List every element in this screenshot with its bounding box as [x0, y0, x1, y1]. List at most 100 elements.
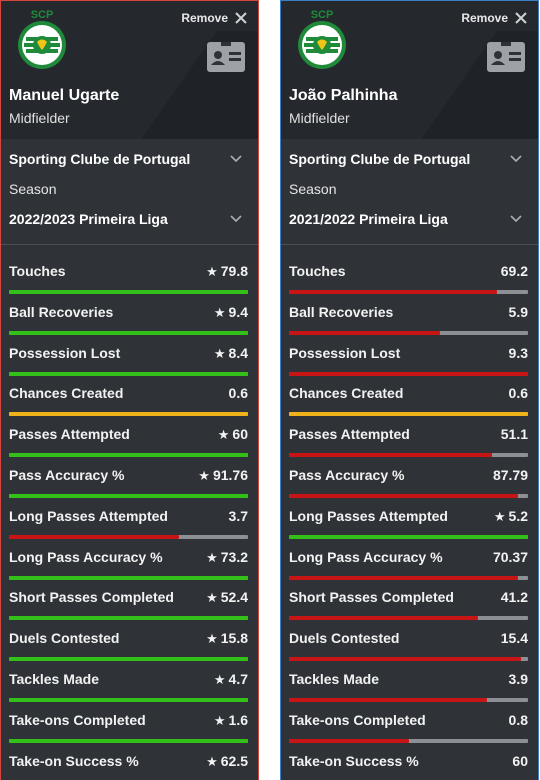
stat-row: Touches ★ 79.8: [9, 253, 248, 294]
stat-value: ★ 79.8: [206, 263, 248, 280]
club-select[interactable]: Sporting Clube de Portugal: [289, 151, 522, 167]
stat-value: ★ 8.4: [214, 345, 248, 362]
selectors: Sporting Clube de Portugal Season 2022/2…: [1, 139, 258, 245]
stat-number: 8.4: [228, 344, 248, 361]
stat-row: Chances Created 0.6: [9, 375, 248, 417]
stat-row: Passes Attempted ★ 60: [9, 416, 248, 458]
stat-value: ★ 9.4: [214, 304, 248, 321]
stat-value: 0.6: [509, 385, 528, 401]
stat-row: Duels Contested 15.4: [289, 620, 528, 662]
season-label: Season: [9, 181, 57, 197]
stat-row: Duels Contested ★ 15.8: [9, 620, 248, 662]
star-icon: ★: [198, 468, 210, 483]
stat-label: Take-on Success %: [289, 752, 419, 769]
stat-label: Pass Accuracy %: [9, 467, 125, 483]
stat-number: 3.7: [228, 507, 248, 524]
selectors: Sporting Clube de Portugal Season 2021/2…: [281, 139, 538, 245]
player-name: João Palhinha: [289, 87, 398, 104]
stat-row: Touches 69.2: [289, 253, 528, 294]
stat-row: Pass Accuracy % ★ 91.76: [9, 457, 248, 498]
player-position: Midfielder: [289, 110, 350, 126]
stat-label: Short Passes Completed: [9, 589, 174, 606]
stat-row: Long Passes Attempted ★ 5.2: [289, 498, 528, 539]
stat-value: ★ 60: [218, 426, 248, 443]
id-card-icon[interactable]: [486, 41, 526, 73]
stat-label: Tackles Made: [9, 671, 100, 687]
stat-number: 41.2: [500, 589, 528, 606]
season-select-value: 2022/2023 Primeira Liga: [9, 211, 168, 227]
stat-row: Take-on Success % 60: [289, 743, 528, 780]
sporting-cp-crest-icon: SCP: [18, 9, 66, 69]
stat-number: 70.37: [492, 548, 528, 565]
player-card-left: SCP Remove Manuel Ugarte Midfielder Spor…: [0, 0, 259, 780]
star-icon: ★: [213, 345, 226, 361]
stat-label: Possession Lost: [289, 344, 401, 361]
stat-number: 15.4: [500, 630, 528, 647]
star-icon: ★: [206, 753, 218, 769]
stat-label: Long Passes Attempted: [289, 507, 448, 524]
stat-number: 5.2: [508, 507, 528, 524]
season-select[interactable]: 2022/2023 Primeira Liga: [9, 211, 242, 227]
stat-number: 91.76: [212, 467, 248, 483]
stat-row: Short Passes Completed 41.2: [289, 579, 528, 621]
remove-button[interactable]: Remove: [461, 11, 528, 25]
stat-row: Ball Recoveries 5.9: [289, 294, 528, 335]
season-select[interactable]: 2021/2022 Primeira Liga: [289, 211, 522, 227]
star-icon: ★: [217, 427, 230, 443]
stat-value: 0.6: [229, 385, 248, 401]
chevron-down-icon: [510, 215, 522, 223]
stat-number: 4.7: [228, 671, 248, 687]
stat-value: ★ 91.76: [198, 467, 248, 484]
stat-number: 69.2: [500, 263, 528, 279]
stat-number: 87.79: [492, 467, 528, 483]
sporting-cp-crest-icon: SCP: [298, 9, 346, 69]
remove-label: Remove: [181, 11, 228, 25]
close-icon[interactable]: [514, 11, 528, 25]
id-card-icon[interactable]: [206, 41, 246, 73]
stat-row: Passes Attempted 51.1: [289, 416, 528, 458]
stat-label: Long Pass Accuracy %: [289, 548, 443, 565]
chevron-down-icon: [230, 215, 242, 223]
stat-value: ★ 4.7: [214, 671, 248, 688]
remove-label: Remove: [461, 11, 508, 25]
stat-row: Long Pass Accuracy % ★ 73.2: [9, 539, 248, 580]
stat-label: Long Pass Accuracy %: [9, 548, 163, 565]
stat-row: Take-ons Completed ★ 1.6: [9, 702, 248, 743]
stat-label: Ball Recoveries: [289, 303, 394, 320]
stat-label: Tackles Made: [289, 671, 380, 687]
stat-row: Tackles Made ★ 4.7: [9, 661, 248, 702]
star-icon: ★: [493, 508, 506, 524]
stat-value: ★ 62.5: [206, 753, 248, 770]
stat-value: 69.2: [501, 263, 528, 279]
remove-button[interactable]: Remove: [181, 11, 248, 25]
stat-value: 9.3: [509, 345, 528, 361]
stat-row: Take-on Success % ★ 62.5: [9, 743, 248, 780]
stat-number: 52.4: [220, 589, 248, 606]
star-icon: ★: [206, 549, 218, 565]
stat-value: ★ 52.4: [206, 589, 248, 606]
stat-row: Tackles Made 3.9: [289, 661, 528, 702]
stat-number: 62.5: [220, 752, 248, 769]
stat-label: Passes Attempted: [9, 426, 130, 443]
star-icon: ★: [206, 631, 218, 647]
stat-number: 60: [512, 752, 528, 769]
stat-number: 9.3: [508, 344, 528, 361]
stat-value: 87.79: [493, 467, 528, 483]
star-icon: ★: [206, 590, 218, 606]
stat-value: ★ 73.2: [206, 549, 248, 566]
stat-value: 51.1: [501, 426, 528, 442]
stat-number: 0.6: [228, 385, 248, 402]
club-select[interactable]: Sporting Clube de Portugal: [9, 151, 242, 167]
stat-number: 9.4: [228, 303, 248, 320]
stat-number: 1.6: [228, 711, 248, 728]
stat-row: Short Passes Completed ★ 52.4: [9, 579, 248, 621]
stat-label: Passes Attempted: [289, 426, 410, 443]
stat-label: Short Passes Completed: [289, 589, 454, 606]
stat-row: Long Pass Accuracy % 70.37: [289, 539, 528, 580]
chevron-down-icon: [510, 155, 522, 163]
stat-label: Possession Lost: [9, 344, 121, 361]
stat-number: 79.8: [220, 263, 248, 279]
close-icon[interactable]: [234, 11, 248, 25]
stat-row: Pass Accuracy % 87.79: [289, 457, 528, 498]
stat-value: 15.4: [501, 630, 528, 646]
